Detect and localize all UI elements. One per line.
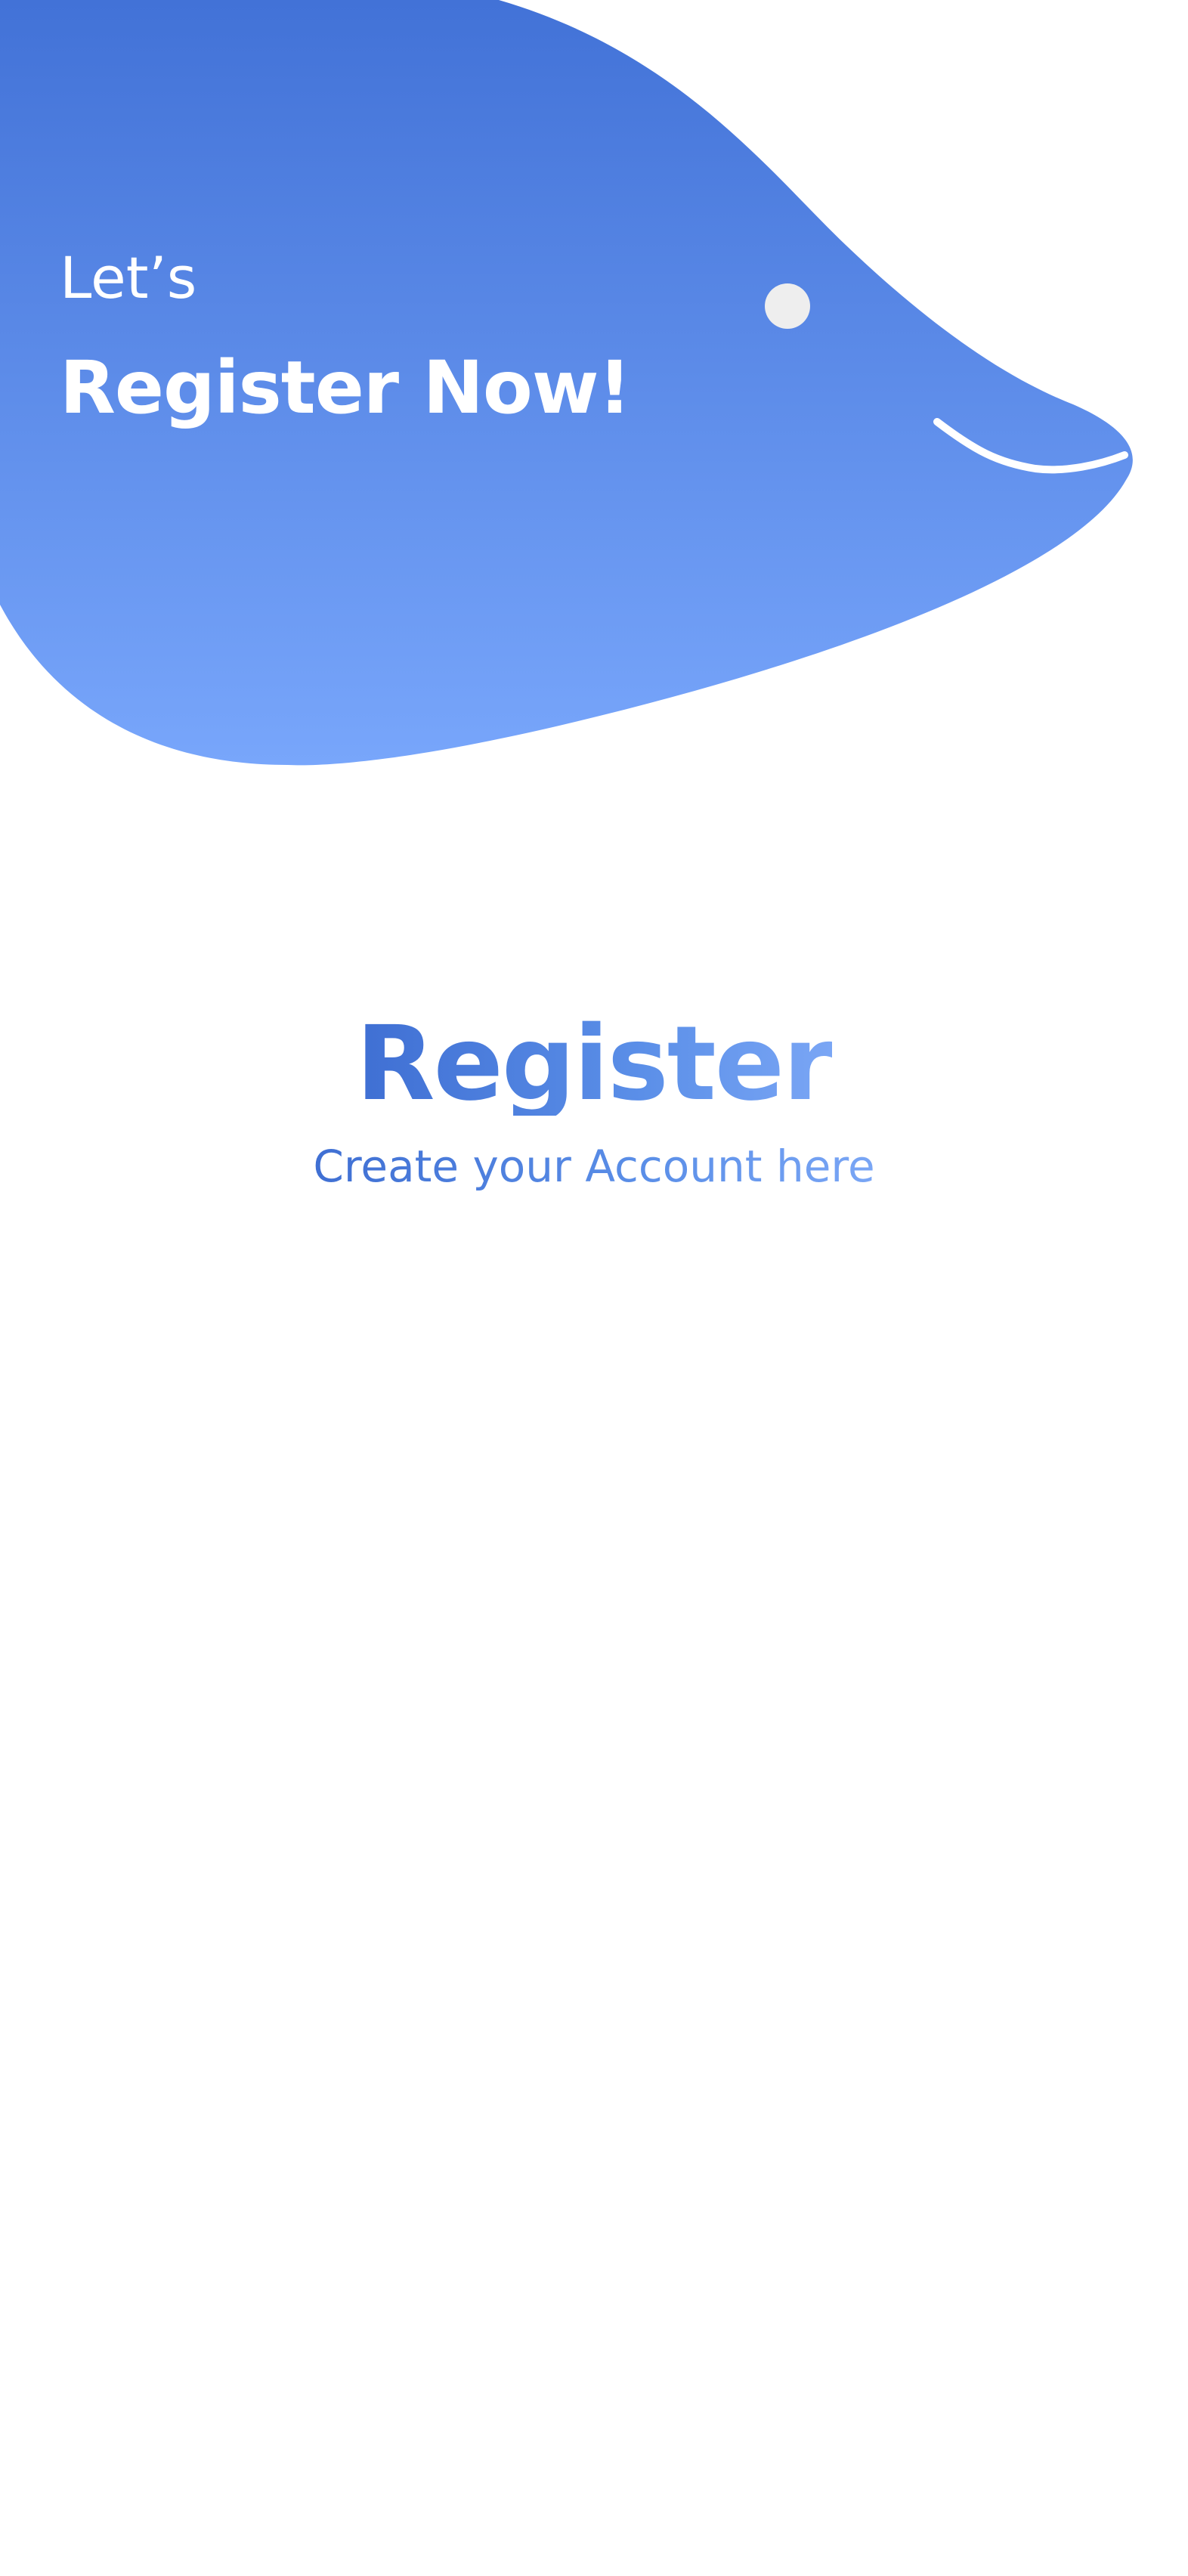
page-title: Register: [355, 1005, 834, 1124]
hero-header: Let’s Register Now!: [0, 0, 1188, 786]
hero-greeting: Let’s: [60, 244, 197, 311]
mascot-eye-icon: [765, 283, 810, 329]
page-subtitle: Create your Account here: [313, 1141, 875, 1192]
hero-title: Register Now!: [60, 345, 631, 430]
register-heading-section: Register Create your Account here: [0, 1013, 1188, 1191]
